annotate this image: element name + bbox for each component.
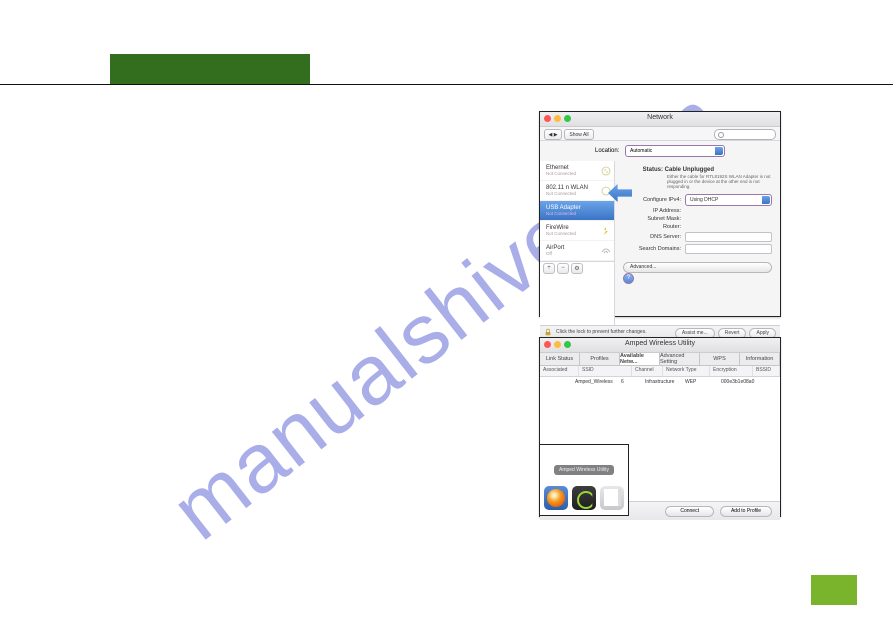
header-channel: Channel <box>632 366 663 376</box>
page-number-block <box>811 575 857 605</box>
search-domains-input[interactable] <box>685 244 772 254</box>
status-description: Either the cable for RTL8192S WLAN Adapt… <box>623 175 772 190</box>
dns-input[interactable] <box>685 232 772 242</box>
sidebar-item-wlan[interactable]: 802.11 n WLAN Not Connected <box>540 181 614 201</box>
ethernet-icon <box>601 166 611 176</box>
sidebar-item-sub: Not Connected <box>546 211 610 216</box>
toolbar: ◀ ▶ Show All <box>540 127 780 141</box>
show-all-button[interactable]: Show All <box>564 129 594 140</box>
sidebar-controls: + − ⚙︎ <box>540 261 614 274</box>
table-row[interactable]: Amped_Wireless 6 Infrastructure WEP 000e… <box>540 377 780 387</box>
titlebar: Network <box>540 112 780 127</box>
location-select[interactable]: Automatic <box>625 145 725 157</box>
header-bssid: BSSID <box>753 366 780 376</box>
header-encryption: Encryption <box>710 366 753 376</box>
add-to-profile-button[interactable]: Add to Profile <box>720 506 772 517</box>
tab-advanced[interactable]: Advanced Setting <box>660 353 700 365</box>
connect-button[interactable]: Connect <box>665 506 714 517</box>
sidebar-item-ethernet[interactable]: Ethernet Not Connected <box>540 161 614 181</box>
configure-label: Configure IPv4: <box>623 197 685 203</box>
titlebar: Amped Wireless Utility <box>540 338 780 353</box>
header-associated: Associated <box>540 366 579 376</box>
tab-wps[interactable]: WPS <box>700 353 740 365</box>
mask-label: Subnet Mask: <box>623 216 685 222</box>
sidebar-item-firewire[interactable]: FireWire Not Connected <box>540 221 614 241</box>
cell-ssid: Amped_Wireless <box>575 379 621 385</box>
location-value: Automatic <box>630 148 652 154</box>
dock-icons <box>540 481 628 515</box>
tab-information[interactable]: Information <box>740 353 780 365</box>
window-title: Amped Wireless Utility <box>540 340 780 347</box>
back-forward-buttons[interactable]: ◀ ▶ <box>544 129 562 140</box>
router-label: Router: <box>623 224 685 230</box>
cell-associated <box>543 379 575 385</box>
advanced-button[interactable]: Advanced... <box>623 262 772 273</box>
tab-link-status[interactable]: Link Status <box>540 353 580 365</box>
help-button[interactable]: ? <box>623 273 634 284</box>
status-value: Cable Unplugged <box>665 167 714 173</box>
interface-sidebar: Ethernet Not Connected 802.11 n WLAN Not… <box>540 161 615 325</box>
table-headers: Associated SSID Channel Network Type Enc… <box>540 366 780 377</box>
location-label: Location: <box>595 148 619 154</box>
manual-title-block <box>110 54 310 84</box>
interface-details: Status: Cable Unplugged Either the cable… <box>615 161 780 325</box>
configure-value: Using DHCP <box>690 197 718 203</box>
lock-icon[interactable] <box>544 328 552 336</box>
document-icon[interactable] <box>600 486 624 510</box>
airport-icon <box>601 246 611 256</box>
tab-available-network[interactable]: Available Netw... <box>620 353 660 365</box>
search-domains-label: Search Domains: <box>623 246 685 252</box>
status-label: Status: <box>623 167 663 173</box>
tab-bar: Link Status Profiles Available Netw... A… <box>540 353 780 366</box>
cell-bssid: 000e3b1e08a0 <box>721 379 777 385</box>
network-preferences-window: Network ◀ ▶ Show All Location: Automatic… <box>539 111 781 317</box>
interface-options-button[interactable]: ⚙︎ <box>571 263 583 274</box>
search-input[interactable] <box>714 129 776 140</box>
header-network-type: Network Type <box>663 366 710 376</box>
firefox-icon[interactable] <box>544 486 568 510</box>
firewire-icon <box>601 226 611 236</box>
configure-select[interactable]: Using DHCP <box>685 194 772 206</box>
sidebar-item-airport[interactable]: AirPort Off <box>540 241 614 261</box>
cell-type: Infrastructure <box>645 379 685 385</box>
lock-text: Click the lock to prevent further change… <box>556 329 647 335</box>
dock-overlay: Amped Wireless Utility <box>539 444 629 516</box>
dns-label: DNS Server: <box>623 234 685 240</box>
header-ssid: SSID <box>579 366 632 376</box>
tab-profiles[interactable]: Profiles <box>580 353 620 365</box>
add-interface-button[interactable]: + <box>543 263 555 274</box>
cell-channel: 6 <box>621 379 645 385</box>
dock-tooltip: Amped Wireless Utility <box>554 465 614 475</box>
remove-interface-button[interactable]: − <box>557 263 569 274</box>
window-title: Network <box>540 114 780 121</box>
cell-encryption: WEP <box>685 379 721 385</box>
ip-label: IP Address: <box>623 208 685 214</box>
sidebar-item-usb-adapter[interactable]: USB Adapter Not Connected <box>540 201 614 221</box>
amped-utility-icon[interactable] <box>572 486 596 510</box>
